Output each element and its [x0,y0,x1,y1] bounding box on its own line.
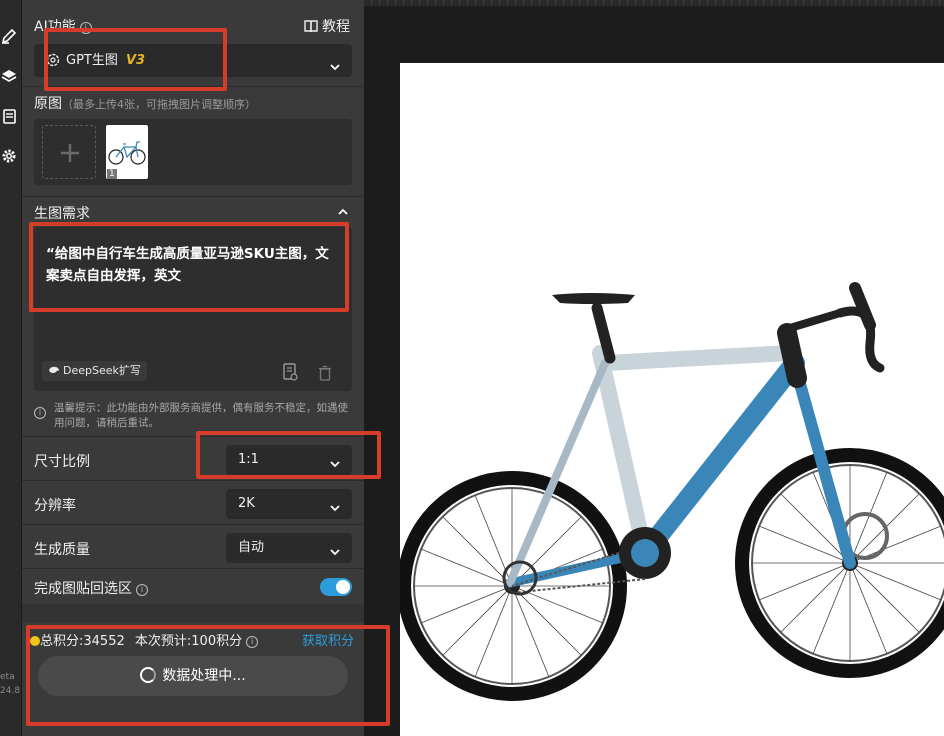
source-thumbnail[interactable]: 1 [106,125,148,179]
model-name: GPT生图 [66,53,118,68]
model-version-badge: V3 [126,53,146,68]
paste-back-label-text: 完成图贴回选区 [34,581,132,597]
document-icon[interactable] [0,108,18,126]
ai-function-section: AI功能 i 教程 GPT生图 V3 [22,0,364,86]
ratio-select[interactable]: 1:1 [226,445,352,475]
source-image-tray: 1 [34,119,352,185]
artboard[interactable] [397,63,944,736]
resolution-label: 分辨率 [34,498,76,514]
chevron-down-icon [328,54,342,71]
tool-rail: eta 24.8 [0,0,22,736]
trash-icon[interactable] [318,365,332,385]
info-icon: i [34,407,46,419]
footer-section: 总积分:34552 本次预计:100积分 i 获取积分 数据处理中... [22,622,364,736]
info-icon[interactable]: i [246,636,259,648]
bike-frame [502,282,885,596]
layers-icon[interactable] [0,68,18,86]
panel-spacer [22,604,364,622]
ai-function-title-text: AI功能 [34,19,76,35]
version-number: 24.8 [0,686,21,696]
get-points-link[interactable]: 获取积分 [302,630,354,649]
prompt-section: 生图需求 “给图中自行车生成高质量亚马逊SKU主图，文案卖点自由发挥，英文 De… [22,196,364,436]
thumbnail-index: 1 [107,169,117,179]
tutorial-label: 教程 [322,19,350,35]
total-points: 总积分:34552 [40,634,125,649]
generate-button[interactable]: 数据处理中... [38,656,348,696]
coin-icon [30,636,40,646]
deepseek-expand-button[interactable]: DeepSeek扩写 [42,361,147,381]
tutorial-link[interactable]: 教程 [304,16,350,37]
quality-value: 自动 [238,540,265,555]
ratio-row: 尺寸比例 1:1 [22,436,364,480]
ai-settings-panel: AI功能i 教程 GPT生图 V3 原图（最多上传4张，可拖拽图片调整顺序） [22,0,364,736]
book-icon [304,19,318,37]
processing-label: 数据处理中... [162,668,246,684]
toggle-knob [336,580,350,594]
ratio-label: 尺寸比例 [34,454,90,470]
version-label: eta [0,672,15,682]
deepseek-whale-icon [48,363,60,383]
quality-select[interactable]: 自动 [226,533,352,563]
history-doc-icon[interactable] [282,363,298,385]
spinner-icon [140,667,157,683]
chevron-up-icon[interactable] [336,205,350,223]
prompt-title: 生图需求 [34,206,90,222]
source-title-text: 原图 [34,96,62,112]
chevron-down-icon [328,453,342,468]
paste-back-label: 完成图贴回选区 i [34,578,148,598]
brush-icon[interactable] [0,28,18,46]
prompt-text: “给图中自行车生成高质量亚马逊SKU主图，文案卖点自由发挥，英文 [46,246,329,284]
source-image-section: 原图（最多上传4张，可拖拽图片调整顺序） 1 [22,86,364,196]
openai-logo-icon [46,47,60,80]
chevron-down-icon [328,497,342,512]
info-icon[interactable]: i [79,22,92,34]
add-image-button[interactable] [42,125,96,179]
info-icon[interactable]: i [136,584,148,596]
ratio-value: 1:1 [238,452,259,467]
gear-icon[interactable] [0,148,18,166]
source-title: 原图（最多上传4张，可拖拽图片调整顺序） [34,93,256,113]
resolution-select[interactable]: 2K [226,489,352,519]
estimated-cost: 本次预计:100积分 [134,634,243,649]
paste-back-row: 完成图贴回选区 i [22,568,364,604]
paste-back-toggle[interactable] [320,578,352,596]
resolution-row: 分辨率 2K [22,480,364,524]
points-info: 总积分:34552 本次预计:100积分 i [30,630,259,649]
front-wheel [735,448,944,678]
model-select[interactable]: GPT生图 V3 [34,44,352,77]
prompt-textarea[interactable]: “给图中自行车生成高质量亚马逊SKU主图，文案卖点自由发挥，英文 DeepSee… [34,227,352,391]
deepseek-label: DeepSeek扩写 [63,364,141,377]
quality-row: 生成质量 自动 [22,524,364,568]
ai-function-title: AI功能 i [34,16,92,36]
resolution-value: 2K [238,496,255,511]
top-ruler [364,0,944,6]
service-warning: 温馨提示：此功能由外部服务商提供，偶有服务不稳定，如遇使用问题，请稍后重试。 [54,402,348,429]
plus-icon [58,141,82,169]
quality-label: 生成质量 [34,542,90,558]
bicycle-image [397,282,944,701]
source-subtitle: （最多上传4张，可拖拽图片调整顺序） [62,98,256,111]
chevron-down-icon [328,541,342,556]
